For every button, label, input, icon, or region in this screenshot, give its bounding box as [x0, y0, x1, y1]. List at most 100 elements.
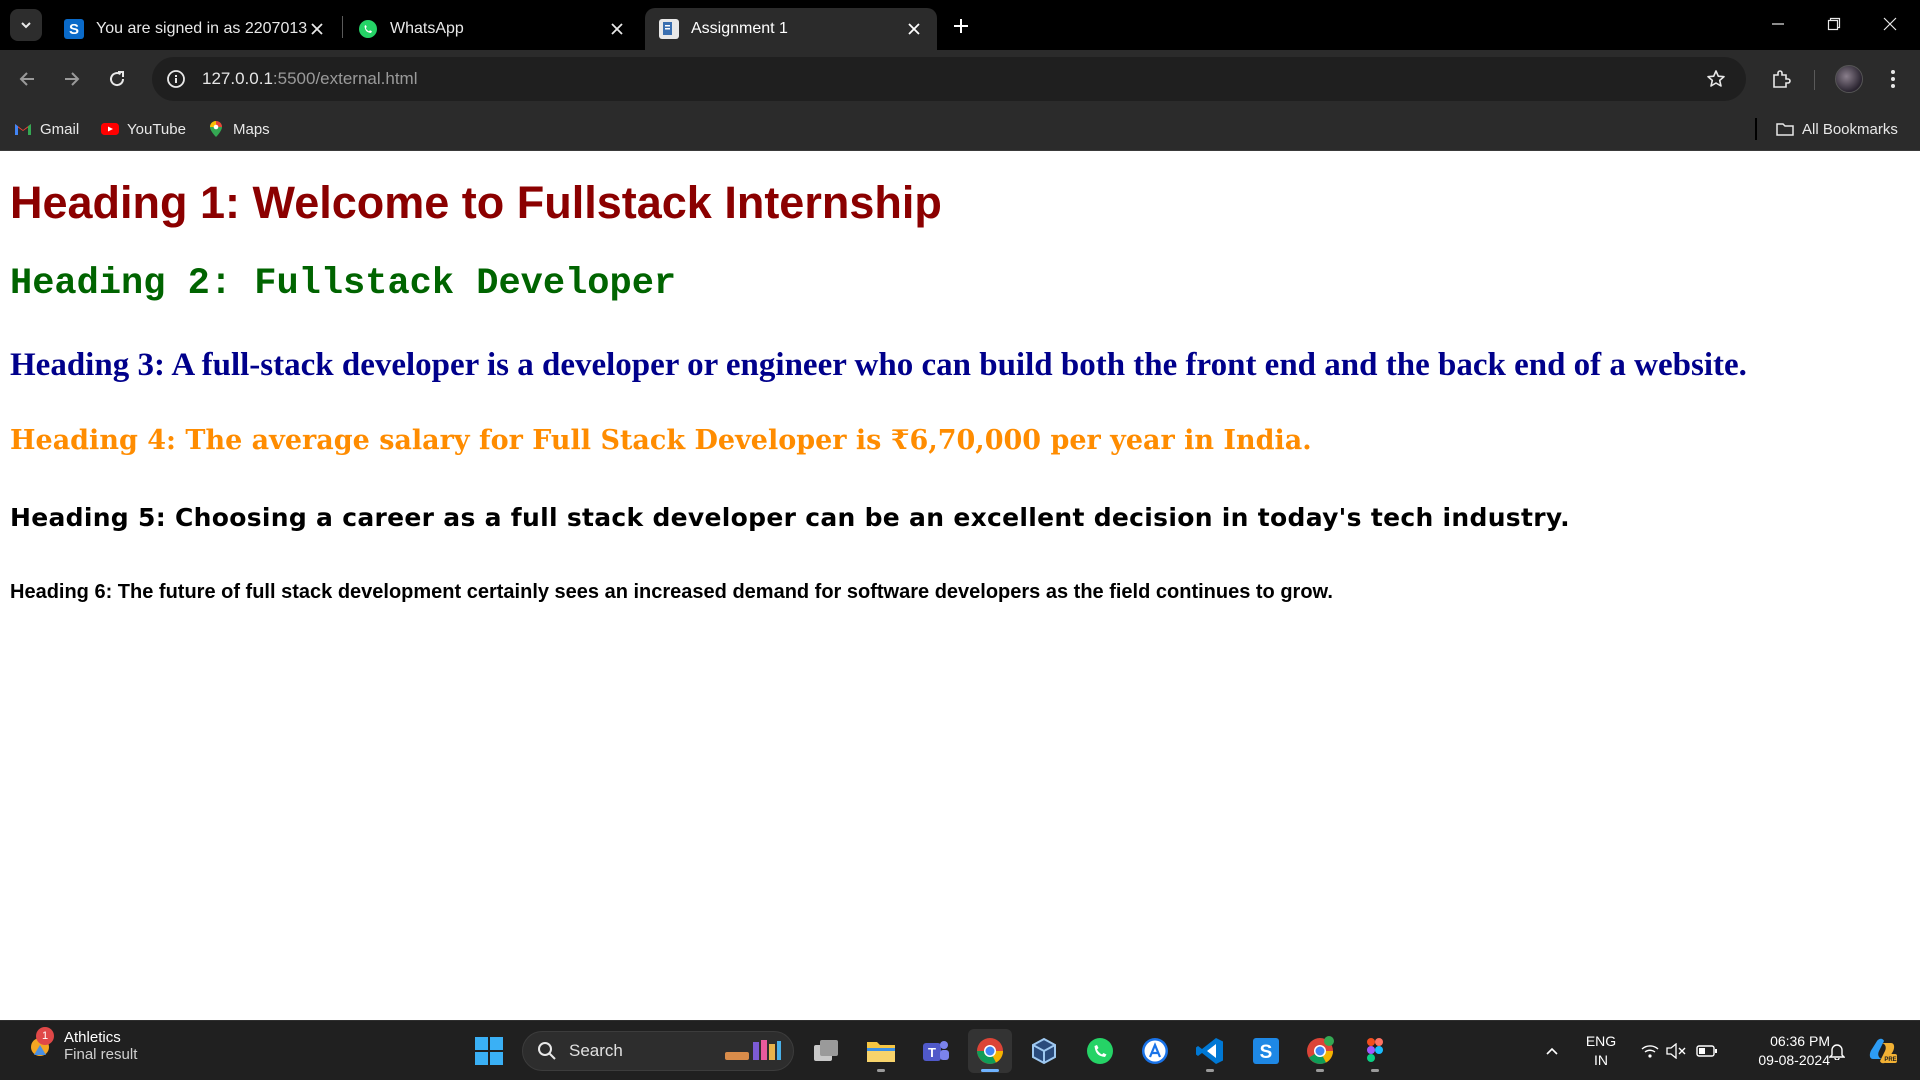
athletics-icon: 1 — [26, 1027, 54, 1061]
widget-title: Athletics — [64, 1029, 121, 1046]
clock-date: 09-08-2024 — [1758, 1052, 1830, 1068]
copilot-icon: PRE — [1869, 1038, 1897, 1064]
file-explorer-icon — [867, 1042, 895, 1062]
taskbar: 1 Athletics Final result Search T S ENG … — [0, 1020, 1920, 1080]
heading-4: Heading 4: The average salary for Full S… — [10, 425, 1312, 456]
url-text[interactable]: 127.0.0.1:5500/external.html — [202, 69, 418, 89]
svg-text:PRE: PRE — [1884, 1057, 1896, 1063]
chrome-profile-icon — [1307, 1036, 1334, 1064]
arrow-left-icon — [19, 72, 34, 86]
extensions-button[interactable] — [1765, 63, 1797, 95]
menu-button[interactable] — [1877, 63, 1909, 95]
address-bar[interactable]: 127.0.0.1:5500/external.html — [152, 57, 1746, 101]
show-hidden-icons-button[interactable] — [1538, 1021, 1566, 1081]
bookmark-label: Maps — [233, 120, 270, 138]
new-tab-button[interactable] — [945, 10, 977, 42]
file-icon — [659, 19, 679, 39]
web-page: Heading 1: Welcome to Fullstack Internsh… — [0, 151, 1920, 1020]
star-icon — [1707, 70, 1725, 87]
site-info-button[interactable] — [156, 59, 196, 99]
tab-signed-in[interactable]: S You are signed in as 220701313 — [50, 8, 340, 50]
close-icon[interactable] — [308, 20, 326, 38]
windows-start-icon — [475, 1037, 503, 1065]
restore-button[interactable] — [1806, 0, 1862, 48]
close-icon[interactable] — [608, 20, 626, 38]
s-app-icon: S — [1253, 1038, 1279, 1064]
vscode-button[interactable] — [1188, 1029, 1232, 1073]
bookmark-label: Gmail — [40, 120, 80, 138]
start-button[interactable] — [467, 1029, 511, 1073]
close-icon[interactable] — [905, 20, 923, 38]
notification-badge: 1 — [36, 1027, 54, 1045]
more-vertical-icon — [1891, 70, 1895, 88]
app-store-button[interactable] — [1133, 1029, 1177, 1073]
profile-avatar[interactable] — [1835, 65, 1863, 93]
app-running-indicator — [1371, 1069, 1379, 1072]
taskbar-search[interactable]: Search — [522, 1031, 794, 1071]
url-host: 127.0.0.1 — [202, 69, 273, 88]
bookmark-maps[interactable]: Maps — [207, 116, 270, 142]
weather-widget[interactable]: 1 Athletics Final result — [26, 1027, 138, 1063]
forward-button[interactable] — [56, 63, 88, 95]
gmail-icon — [14, 120, 32, 138]
wifi-status[interactable] — [1638, 1021, 1662, 1081]
svg-text:T: T — [928, 1045, 936, 1060]
arrow-right-icon — [65, 72, 80, 86]
minimize-button[interactable] — [1750, 0, 1806, 48]
figma-icon — [1367, 1038, 1383, 1062]
heading-1: Heading 1: Welcome to Fullstack Internsh… — [10, 177, 942, 228]
virtualbox-icon — [1032, 1037, 1056, 1065]
search-label: Search — [569, 1041, 623, 1060]
clock-time: 06:36 PM — [1770, 1033, 1830, 1049]
task-view-icon — [814, 1040, 838, 1061]
youtube-icon — [101, 120, 119, 138]
close-window-button[interactable] — [1862, 0, 1918, 48]
volume-status[interactable] — [1664, 1021, 1688, 1081]
battery-status[interactable] — [1694, 1021, 1720, 1081]
bookmark-gmail[interactable]: Gmail — [14, 116, 79, 142]
bookmark-star-button[interactable] — [1704, 67, 1728, 91]
app-running-indicator — [981, 1069, 999, 1072]
bell-icon — [1829, 1044, 1845, 1060]
speaker-muted-icon — [1666, 1043, 1686, 1059]
tab-whatsapp[interactable]: WhatsApp — [344, 8, 640, 50]
whatsapp-button[interactable] — [1078, 1029, 1122, 1073]
svg-text:S: S — [69, 21, 79, 38]
tab-strip: S You are signed in as 220701313 WhatsAp… — [0, 0, 1920, 50]
tab-assignment[interactable]: Assignment 1 — [645, 8, 937, 50]
notifications-button[interactable] — [1822, 1021, 1852, 1081]
reload-icon — [110, 71, 125, 87]
app-running-indicator — [1206, 1069, 1214, 1072]
heading-5: Heading 5: Choosing a career as a full s… — [10, 503, 1570, 532]
plus-icon — [954, 19, 968, 33]
virtualbox-button[interactable] — [1022, 1029, 1066, 1073]
teams-button[interactable]: T — [914, 1029, 958, 1073]
tab-search-button[interactable] — [10, 9, 42, 41]
chevron-down-icon — [21, 22, 31, 29]
chrome-profile-button[interactable] — [1298, 1029, 1342, 1073]
task-view-button[interactable] — [804, 1029, 848, 1073]
s-logo-icon: S — [64, 19, 84, 39]
back-button[interactable] — [11, 63, 43, 95]
chrome-icon — [977, 1038, 1003, 1064]
reload-button[interactable] — [101, 63, 133, 95]
whatsapp-icon — [1087, 1038, 1113, 1064]
all-bookmarks-label: All Bookmarks — [1802, 120, 1898, 138]
file-explorer-button[interactable] — [859, 1029, 903, 1073]
all-bookmarks-button[interactable]: All Bookmarks — [1776, 116, 1898, 142]
s-app-button[interactable]: S — [1244, 1029, 1288, 1073]
figma-button[interactable] — [1353, 1029, 1397, 1073]
bookmark-youtube[interactable]: YouTube — [101, 116, 186, 142]
svg-text:S: S — [1260, 1042, 1273, 1063]
copilot-button[interactable]: PRE — [1862, 1021, 1902, 1081]
heading-3: Heading 3: A full-stack developer is a d… — [10, 347, 1747, 383]
tab-title: WhatsApp — [390, 20, 464, 37]
vscode-icon — [1196, 1038, 1223, 1064]
clock[interactable]: 06:36 PM 09-08-2024 — [1730, 1032, 1830, 1070]
info-icon — [167, 70, 185, 88]
chrome-button[interactable] — [968, 1029, 1012, 1073]
app-store-icon — [1142, 1038, 1168, 1064]
widget-subtitle: Final result — [64, 1046, 138, 1063]
maps-icon — [207, 120, 225, 138]
language-indicator[interactable]: ENG IN — [1576, 1032, 1626, 1070]
